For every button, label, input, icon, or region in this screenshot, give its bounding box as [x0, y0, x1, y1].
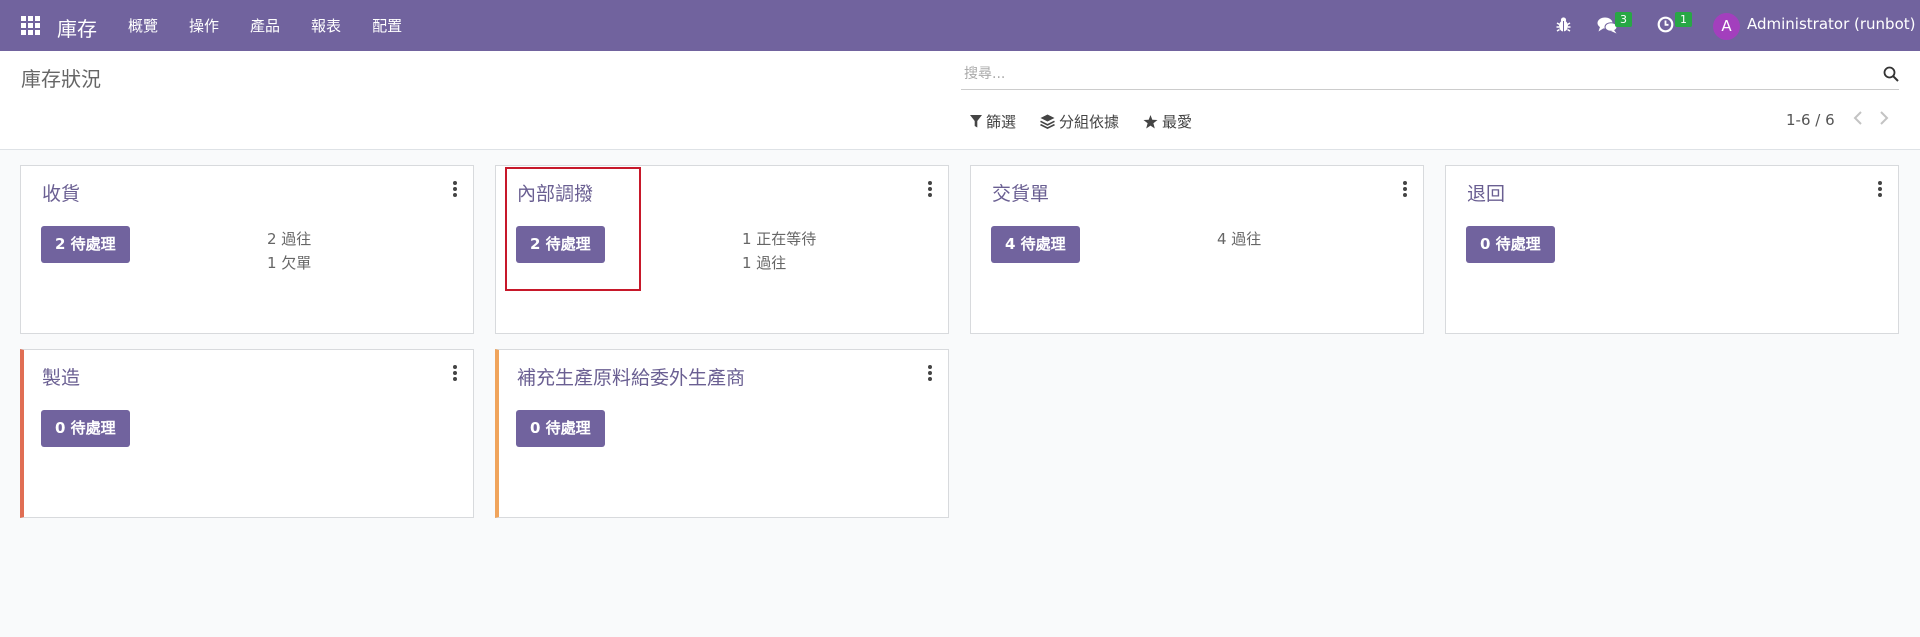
- search-icon[interactable]: [1883, 66, 1899, 86]
- menu-item-operations[interactable]: 操作: [189, 0, 234, 51]
- card-title[interactable]: 製造: [42, 363, 80, 390]
- kebab-menu-icon[interactable]: [1878, 181, 1882, 197]
- card-title[interactable]: 補充生產原料給委外生產商: [517, 363, 745, 390]
- kanban-card-delivery-orders: 交貨單 4 待處理 4 過往: [970, 165, 1424, 334]
- app-name[interactable]: 庫存: [57, 13, 97, 42]
- card-title[interactable]: 內部調撥: [517, 179, 593, 206]
- apps-grid-icon[interactable]: [21, 16, 40, 35]
- kanban-card-manufacturing: 製造 0 待處理: [20, 349, 474, 518]
- filter-icon: [970, 115, 982, 128]
- favorites-button[interactable]: 最愛: [1143, 111, 1192, 132]
- kanban-card-subcontractor-resupply: 補充生產原料給委外生產商 0 待處理: [495, 349, 949, 518]
- card-stats: 1 正在等待 1 過往: [742, 227, 816, 275]
- card-stats: 2 過往 1 欠單: [267, 227, 311, 275]
- pager-next-icon[interactable]: [1878, 110, 1890, 130]
- search-input[interactable]: [961, 61, 1844, 87]
- kebab-menu-icon[interactable]: [928, 365, 932, 381]
- to-process-button[interactable]: 4 待處理: [991, 226, 1080, 263]
- menu-item-overview[interactable]: 概覽: [128, 0, 173, 51]
- clock-icon[interactable]: 1: [1657, 12, 1692, 37]
- stat-late[interactable]: 2 過往: [267, 227, 311, 251]
- kebab-menu-icon[interactable]: [1403, 181, 1407, 197]
- kanban-card-receipts: 收貨 2 待處理 2 過往 1 欠單: [20, 165, 474, 334]
- card-title[interactable]: 交貨單: [992, 179, 1049, 206]
- main-menu: 概覽 操作 產品 報表 配置: [128, 0, 433, 51]
- kanban-card-returns: 退回 0 待處理: [1445, 165, 1899, 334]
- to-process-button[interactable]: 0 待處理: [1466, 226, 1555, 263]
- menu-item-configuration[interactable]: 配置: [372, 0, 417, 51]
- avatar[interactable]: A: [1713, 13, 1740, 40]
- card-title[interactable]: 收貨: [42, 179, 80, 206]
- pager-value[interactable]: 1-6 / 6: [1786, 111, 1835, 129]
- kanban-card-internal-transfers: 內部調撥 2 待處理 1 正在等待 1 過往: [495, 165, 949, 334]
- stat-backorders[interactable]: 1 欠單: [267, 251, 311, 275]
- search-options: 篩選 分組依據 最愛: [970, 111, 1216, 132]
- filter-button[interactable]: 篩選: [970, 111, 1016, 132]
- group-by-button[interactable]: 分組依據: [1040, 111, 1119, 132]
- card-title[interactable]: 退回: [1467, 179, 1505, 206]
- menu-item-products[interactable]: 產品: [250, 0, 295, 51]
- card-stats: 4 過往: [1217, 227, 1261, 251]
- pager-previous-icon[interactable]: [1852, 110, 1864, 130]
- bug-icon[interactable]: [1556, 16, 1571, 37]
- star-icon: [1143, 114, 1158, 128]
- top-navbar: 庫存 概覽 操作 產品 報表 配置 3 1 A Administrator (r: [0, 0, 1920, 51]
- to-process-button[interactable]: 0 待處理: [41, 410, 130, 447]
- to-process-button[interactable]: 2 待處理: [41, 226, 130, 263]
- activities-badge: 1: [1675, 12, 1692, 27]
- menu-item-reporting[interactable]: 報表: [311, 0, 356, 51]
- to-process-button[interactable]: 2 待處理: [516, 226, 605, 263]
- kebab-menu-icon[interactable]: [453, 365, 457, 381]
- favorites-label: 最愛: [1162, 113, 1193, 131]
- user-menu[interactable]: Administrator (runbot): [1747, 15, 1916, 33]
- search-bar: [961, 61, 1899, 90]
- stat-waiting[interactable]: 1 正在等待: [742, 227, 816, 251]
- messages-badge: 3: [1615, 12, 1632, 27]
- kebab-menu-icon[interactable]: [453, 181, 457, 197]
- control-panel: 庫存狀況 篩選 分組依據: [0, 51, 1920, 150]
- filter-label: 篩選: [986, 113, 1017, 131]
- stat-late[interactable]: 4 過往: [1217, 227, 1261, 251]
- kebab-menu-icon[interactable]: [928, 181, 932, 197]
- page-title: 庫存狀況: [21, 67, 101, 91]
- group-by-label: 分組依據: [1059, 113, 1120, 131]
- to-process-button[interactable]: 0 待處理: [516, 410, 605, 447]
- layers-icon: [1040, 114, 1055, 129]
- chat-icon[interactable]: 3: [1597, 12, 1632, 38]
- stat-late[interactable]: 1 過往: [742, 251, 816, 275]
